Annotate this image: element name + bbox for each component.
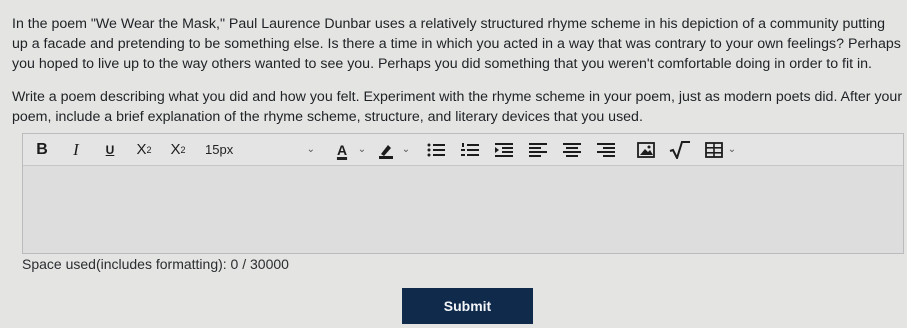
indent-icon (495, 142, 513, 157)
square-root-icon (669, 140, 690, 159)
character-counter: Space used(includes formatting): 0 / 300… (22, 256, 289, 272)
italic-button[interactable]: I (65, 139, 87, 161)
answer-textarea[interactable] (23, 166, 903, 253)
highlight-pen-icon (379, 144, 393, 159)
submit-button[interactable]: Submit (402, 288, 533, 324)
bullet-list-icon (427, 143, 445, 156)
indent-button[interactable] (493, 139, 515, 161)
text-color-icon: A (336, 141, 348, 158)
bold-button[interactable]: B (31, 139, 53, 161)
assignment-prompt: In the poem "We Wear the Mask," Paul Lau… (12, 14, 904, 140)
chevron-down-icon: ⌄ (727, 144, 737, 155)
subscript-button[interactable]: X2 (167, 139, 189, 161)
prompt-paragraph-2: Write a poem describing what you did and… (12, 89, 903, 125)
align-right-button[interactable] (595, 139, 617, 161)
text-color-button[interactable]: A (331, 139, 353, 161)
rich-text-editor: B I U X2 X2 15px ⌄ A ⌄ ⌄ ⌄ (22, 133, 904, 254)
insert-image-button[interactable] (635, 139, 657, 161)
highlight-color-button[interactable] (375, 139, 397, 161)
chevron-down-icon: ⌄ (306, 144, 315, 155)
align-left-icon (529, 142, 547, 157)
subscript-base: X (170, 141, 181, 158)
font-size-select[interactable]: 15px ⌄ (205, 139, 315, 161)
insert-table-button[interactable] (703, 139, 725, 161)
bullet-list-button[interactable] (425, 139, 447, 161)
align-left-button[interactable] (527, 139, 549, 161)
align-center-icon (563, 142, 581, 157)
chevron-down-icon: ⌄ (401, 144, 411, 155)
font-size-value: 15px (205, 142, 234, 157)
insert-formula-button[interactable] (669, 139, 691, 161)
highlight-color-dropdown[interactable]: ⌄ (401, 139, 411, 161)
text-color-dropdown[interactable]: ⌄ (357, 139, 367, 161)
table-dropdown[interactable]: ⌄ (727, 139, 737, 161)
superscript-mark: 2 (146, 144, 152, 155)
image-icon (637, 141, 655, 158)
superscript-button[interactable]: X2 (133, 139, 155, 161)
numbered-list-icon (461, 142, 479, 156)
subscript-mark: 2 (180, 144, 186, 155)
table-icon (705, 141, 723, 158)
superscript-base: X (136, 141, 147, 158)
numbered-list-button[interactable] (459, 139, 481, 161)
underline-button[interactable]: U (99, 139, 121, 161)
editor-toolbar: B I U X2 X2 15px ⌄ A ⌄ ⌄ ⌄ (23, 134, 903, 166)
chevron-down-icon: ⌄ (357, 144, 367, 155)
align-center-button[interactable] (561, 139, 583, 161)
prompt-paragraph-1: In the poem "We Wear the Mask," Paul Lau… (12, 16, 901, 72)
align-right-icon (597, 142, 615, 157)
